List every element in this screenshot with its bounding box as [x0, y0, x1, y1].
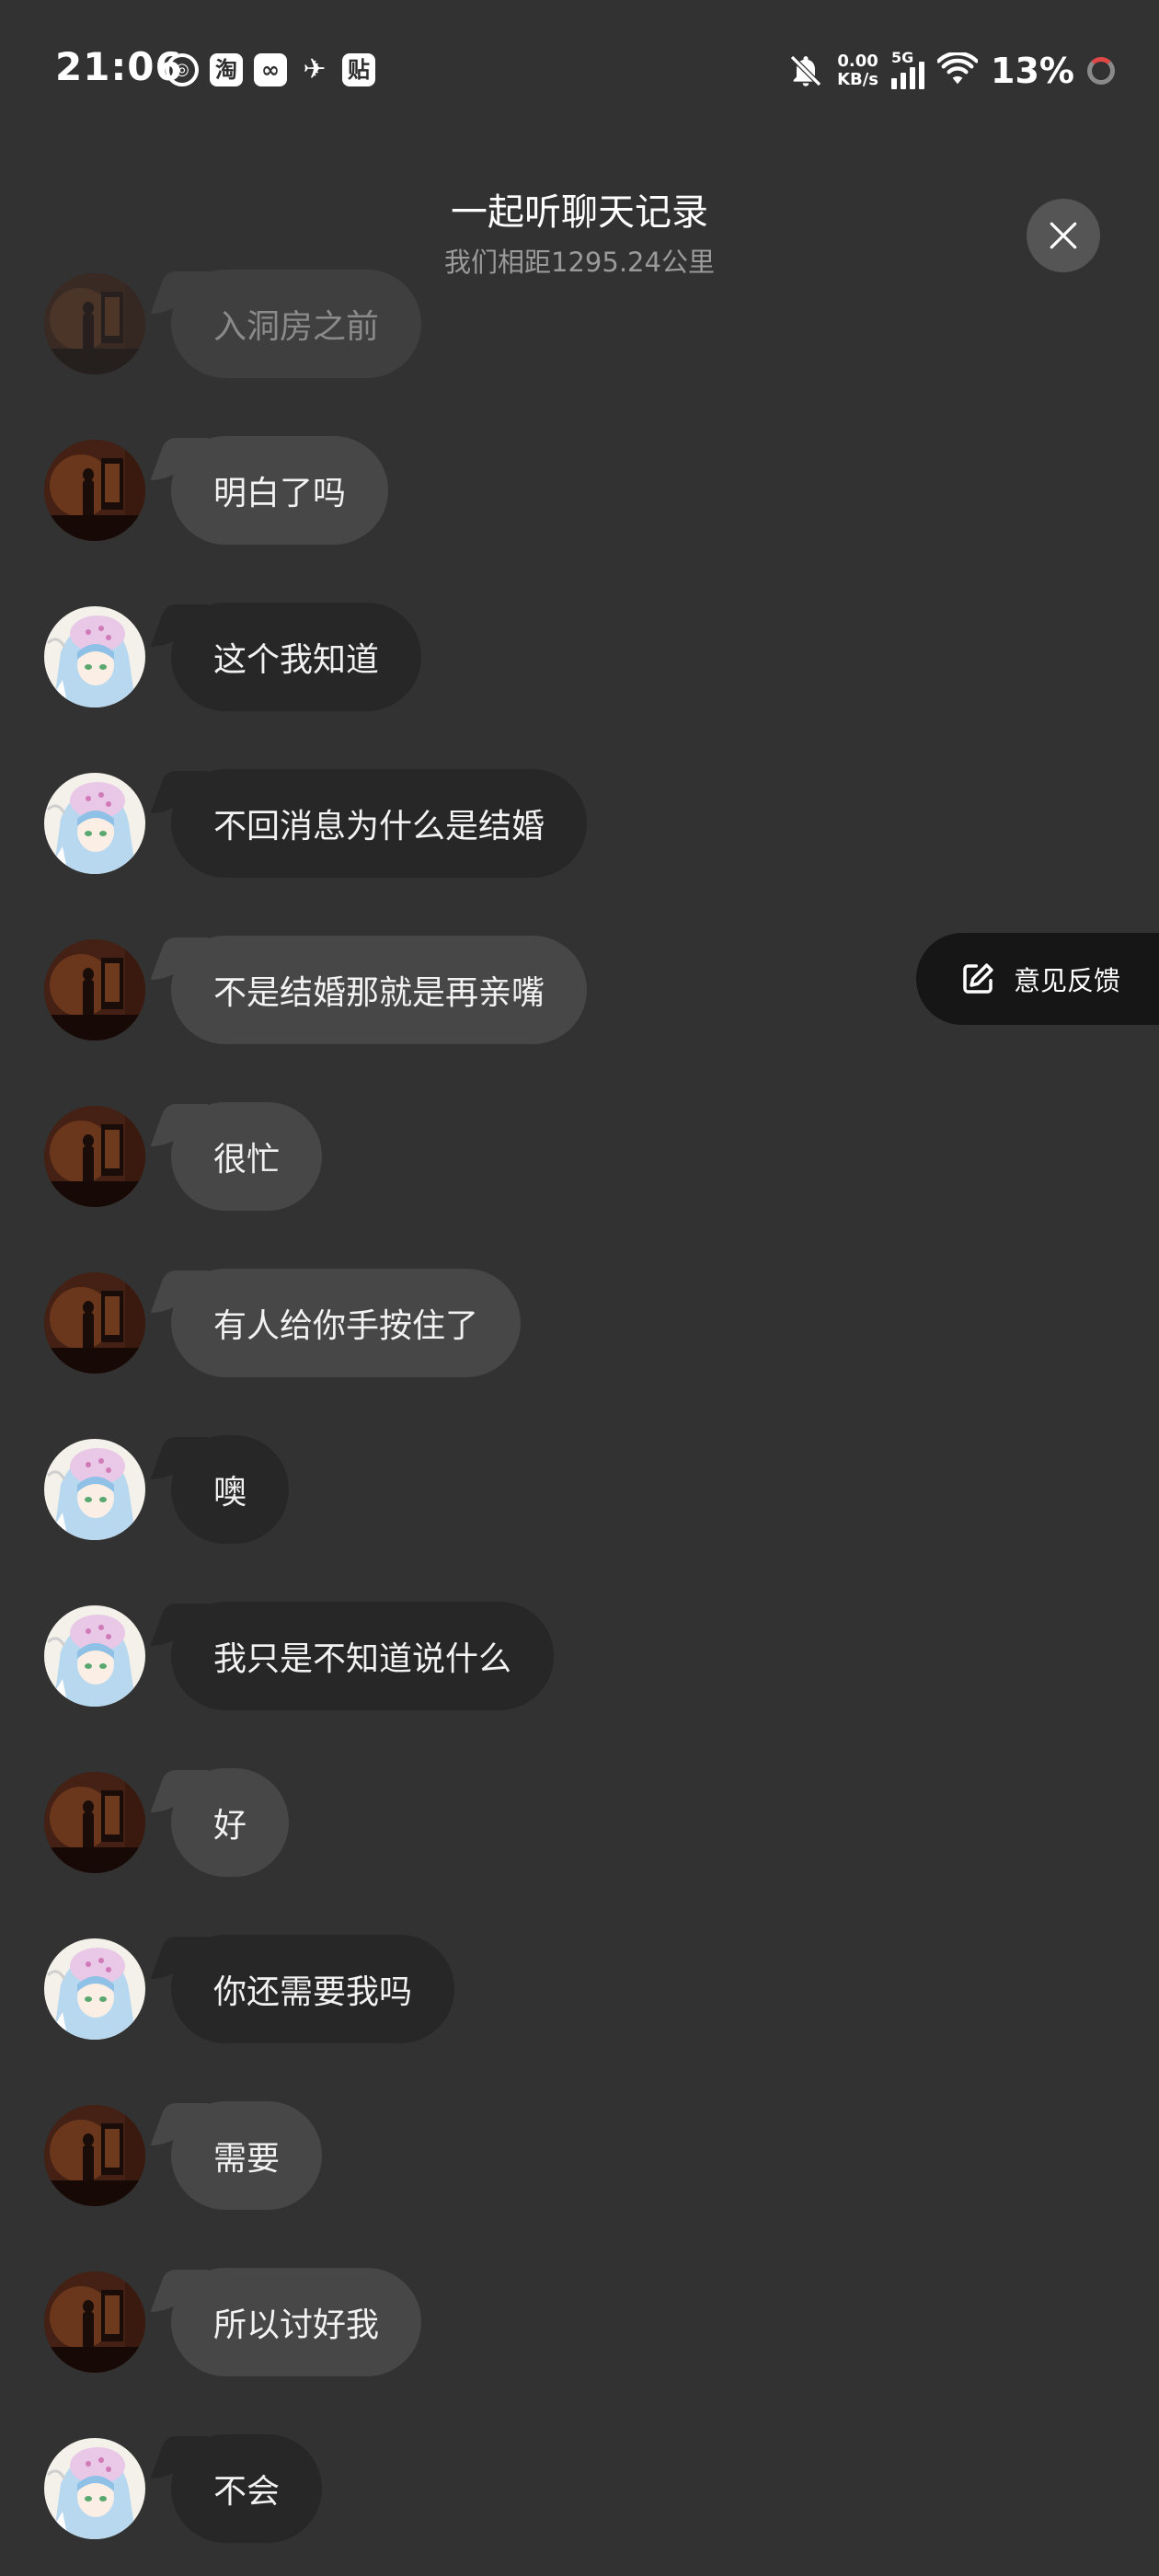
message-row: 不是结婚那就是再亲嘴 [44, 935, 588, 1045]
message-bubble[interactable]: 很忙 [171, 1102, 323, 1211]
anime-blue-hair-avatar[interactable] [44, 1439, 145, 1540]
close-button[interactable] [1027, 199, 1100, 272]
edit-icon [963, 963, 993, 994]
message-bubble[interactable]: 噢 [171, 1435, 290, 1544]
dark-room-figure-avatar[interactable] [44, 1106, 145, 1207]
message-row: 很忙 [44, 1101, 323, 1212]
dark-room-figure-avatar[interactable] [44, 2271, 145, 2373]
chat-history-list[interactable]: 入洞房之前明白了吗这个我知道不回消息为什么是结婚 不是结婚那就是再亲嘴 很忙有人给你… [0, 0, 1159, 2576]
message-row: 噢 [44, 1434, 290, 1545]
message-row: 明白了吗 [44, 435, 389, 546]
message-bubble[interactable]: 所以讨好我 [171, 2268, 422, 2376]
dark-room-figure-avatar[interactable] [44, 1272, 145, 1374]
battery-percentage: 13% [991, 51, 1074, 91]
message-row: 你还需要我吗 [44, 1934, 455, 2044]
message-row: 好 [44, 1767, 290, 1878]
tieba-icon: 贴 [342, 53, 375, 86]
dark-room-figure-avatar[interactable] [44, 2105, 145, 2206]
message-row: 不回消息为什么是结婚 [44, 768, 588, 879]
message-bubble[interactable]: 不回消息为什么是结婚 [171, 769, 588, 878]
weibo-icon: ◎ [166, 53, 199, 86]
message-row: 我只是不知道说什么 [44, 1601, 555, 1711]
dark-room-figure-avatar[interactable] [44, 1772, 145, 1873]
message-row: 需要 [44, 2100, 323, 2211]
message-bubble[interactable]: 不是结婚那就是再亲嘴 [171, 936, 588, 1044]
cellular-signal-icon: 5G [891, 49, 925, 89]
battery-icon [1087, 57, 1115, 85]
status-bar: 21:06 ◎ 淘 ∞ ✈ 贴 0.00 KB/s 5G 13% [0, 0, 1159, 138]
network-speed-value: 0.00 [837, 52, 878, 71]
dark-room-figure-avatar[interactable] [44, 273, 145, 374]
anime-blue-hair-avatar[interactable] [44, 606, 145, 707]
message-bubble[interactable]: 明白了吗 [171, 436, 389, 545]
message-bubble[interactable]: 入洞房之前 [171, 270, 422, 378]
anime-blue-hair-avatar[interactable] [44, 773, 145, 874]
distance-subtitle: 我们相距1295.24公里 [444, 247, 715, 278]
message-row: 入洞房之前 [44, 269, 422, 379]
page-title: 一起听聊天记录 [451, 191, 708, 234]
message-row: 所以讨好我 [44, 2267, 422, 2377]
message-row: 这个我知道 [44, 602, 422, 712]
xianyu-icon: ∞ [254, 53, 287, 86]
message-bubble[interactable]: 需要 [171, 2101, 323, 2210]
message-bubble[interactable]: 不会 [171, 2434, 323, 2543]
taobao-icon: 淘 [210, 53, 243, 86]
message-row: 有人给你手按住了 [44, 1268, 522, 1378]
network-speed: 0.00 KB/s [837, 52, 878, 89]
message-bubble[interactable]: 好 [171, 1768, 290, 1877]
status-time: 21:06 [55, 44, 183, 89]
network-type: 5G [891, 49, 914, 66]
status-indicators: 0.00 KB/s 5G 13% [787, 44, 1115, 98]
bird-icon: ✈ [303, 53, 327, 86]
dark-room-figure-avatar[interactable] [44, 440, 145, 541]
close-icon [1050, 222, 1077, 249]
message-bubble[interactable]: 你还需要我吗 [171, 1935, 455, 2043]
network-speed-unit: KB/s [837, 70, 879, 89]
feedback-button[interactable]: 意见反馈 [916, 933, 1159, 1025]
anime-blue-hair-avatar[interactable] [44, 2438, 145, 2539]
wifi-icon [936, 51, 979, 89]
bell-off-icon [787, 52, 824, 89]
feedback-label: 意见反馈 [1014, 965, 1121, 996]
anime-blue-hair-avatar[interactable] [44, 1605, 145, 1707]
anime-blue-hair-avatar[interactable] [44, 1938, 145, 2040]
dark-room-figure-avatar[interactable] [44, 939, 145, 1041]
notification-app-icons: ◎ 淘 ∞ ✈ 贴 [166, 53, 375, 86]
message-row: 不会 [44, 2433, 323, 2544]
message-bubble[interactable]: 这个我知道 [171, 603, 422, 711]
message-bubble[interactable]: 我只是不知道说什么 [171, 1602, 555, 1710]
message-bubble[interactable]: 有人给你手按住了 [171, 1269, 522, 1377]
